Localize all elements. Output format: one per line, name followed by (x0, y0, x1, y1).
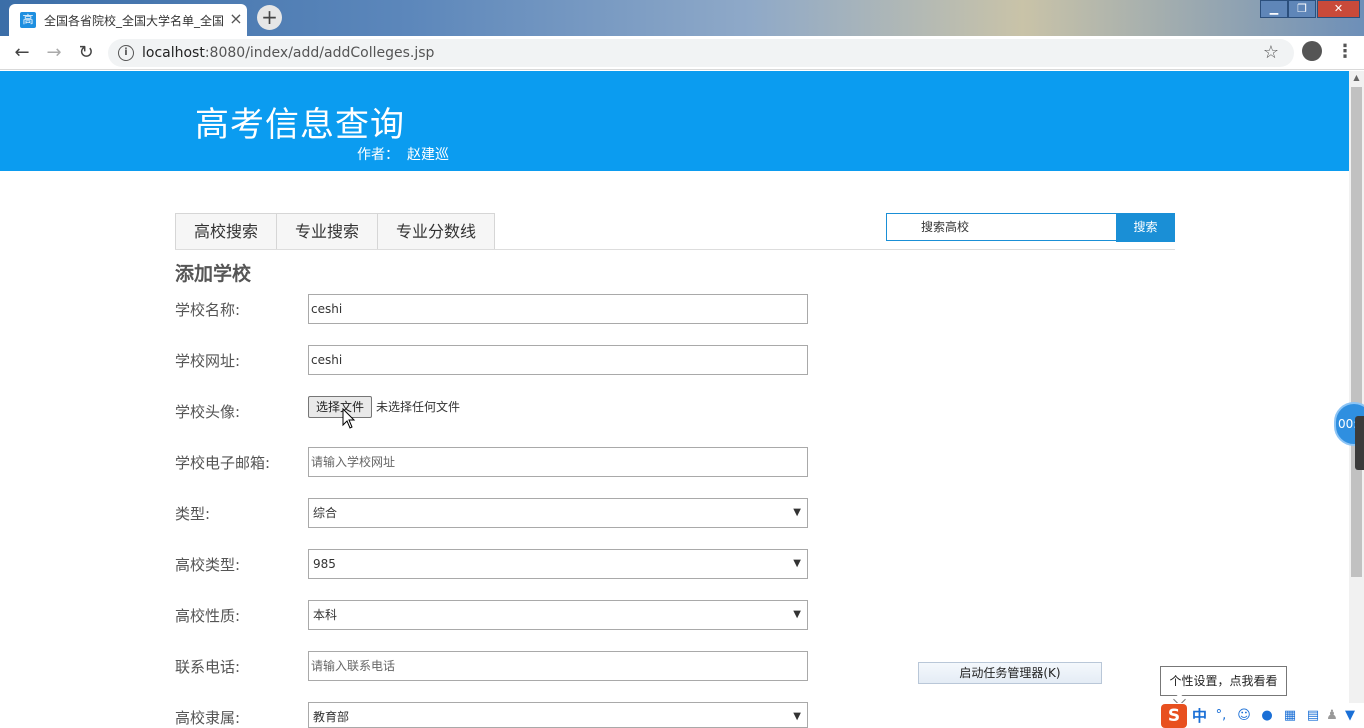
dropdown-arrow-icon: ▼ (793, 507, 801, 518)
site-title: 高考信息查询 (195, 105, 405, 145)
skin-shirt-icon[interactable]: ▼ (1342, 708, 1358, 724)
ime-toolbar: S 中 °, ☺ ● ▦ ▤ ♟ ▼ (1158, 703, 1364, 728)
form-row-email: 学校电子邮箱: 请输入学校网址 (175, 447, 815, 479)
mouse-cursor-icon (342, 408, 356, 429)
close-window-icon[interactable]: ✕ (1317, 0, 1360, 18)
url-host: localhost (142, 45, 205, 61)
form-title: 添加学校 (175, 263, 252, 285)
scrollbar-thumb[interactable] (1351, 87, 1362, 577)
reload-icon[interactable]: ↻ (74, 41, 98, 65)
browser-menu-icon[interactable]: ⋮ (1336, 41, 1354, 63)
affiliation-select[interactable]: 教育部 ▼ (308, 702, 808, 728)
author-line: 作者： 赵建巡 (357, 145, 449, 165)
label-school-email: 学校电子邮箱: (175, 454, 271, 472)
close-tab-icon[interactable]: × (227, 10, 245, 28)
new-tab-button[interactable]: + (257, 5, 282, 30)
browser-toolbar: ← → ↻ i localhost:8080/index/add/addColl… (0, 36, 1364, 70)
keyboard-icon[interactable]: ▦ (1282, 708, 1298, 724)
forward-arrow-icon[interactable]: → (42, 41, 66, 65)
tab-college-search[interactable]: 高校搜索 (175, 213, 277, 250)
url-text: localhost:8080/index/add/addColleges.jsp (142, 44, 434, 62)
form-row-avatar: 学校头像: 选择文件 未选择任何文件 (175, 396, 815, 428)
ime-settings-tooltip: 个性设置，点我看看 (1160, 666, 1287, 696)
info-icon[interactable]: i (118, 45, 134, 61)
address-bar[interactable]: i localhost:8080/index/add/addColleges.j… (108, 39, 1294, 67)
college-nature-select[interactable]: 本科 ▼ (308, 600, 808, 630)
label-college-type: 高校类型: (175, 556, 241, 574)
type-select[interactable]: 综合 ▼ (308, 498, 808, 528)
dropdown-arrow-icon: ▼ (793, 609, 801, 620)
side-panel-handle[interactable] (1355, 416, 1364, 470)
window-titlebar: 高 全国各省院校_全国大学名单_全国 × + ▁ ❐ ✕ (0, 0, 1364, 36)
toolbox-icon[interactable]: ▤ (1305, 708, 1321, 724)
site-header: 高考信息查询 作者： 赵建巡 (0, 71, 1349, 171)
school-name-input[interactable]: ceshi (308, 294, 808, 324)
dropdown-arrow-icon: ▼ (793, 558, 801, 569)
emoji-icon[interactable]: ☺ (1236, 708, 1252, 724)
sogou-logo-icon[interactable]: S (1161, 704, 1187, 728)
form-row-type: 类型: 综合 ▼ (175, 498, 815, 530)
college-search-input[interactable] (886, 213, 1117, 241)
account-icon[interactable] (1302, 41, 1322, 61)
file-status-text: 未选择任何文件 (376, 400, 461, 414)
college-type-select-value: 985 (313, 557, 336, 571)
microphone-icon[interactable]: ● (1259, 708, 1275, 724)
author-label: 作者： (357, 147, 399, 163)
tab-title: 全国各省院校_全国大学名单_全国 (44, 14, 224, 28)
favicon-icon: 高 (20, 12, 36, 28)
form-row-name: 学校名称: ceshi (175, 294, 815, 326)
college-nature-select-value: 本科 (313, 608, 338, 622)
label-school-website: 学校网址: (175, 352, 241, 370)
bookmark-star-icon[interactable]: ☆ (1260, 42, 1282, 64)
ime-mode-indicator[interactable]: 中 (1192, 706, 1207, 726)
url-path: :8080/index/add/addColleges.jsp (204, 45, 435, 61)
browser-tab[interactable]: 高 全国各省院校_全国大学名单_全国 × (9, 4, 247, 36)
back-arrow-icon[interactable]: ← (10, 41, 34, 65)
school-website-input[interactable]: ceshi (308, 345, 808, 375)
type-select-value: 综合 (313, 506, 338, 520)
label-college-nature: 高校性质: (175, 607, 241, 625)
form-row-affiliation: 高校隶属: 教育部 ▼ (175, 702, 815, 728)
scroll-up-icon[interactable]: ▲ (1349, 71, 1364, 85)
phone-input[interactable]: 请输入联系电话 (308, 651, 808, 681)
label-school-avatar: 学校头像: (175, 403, 241, 421)
maximize-icon[interactable]: ❐ (1288, 0, 1316, 18)
label-phone: 联系电话: (175, 658, 241, 676)
school-email-input[interactable]: 请输入学校网址 (308, 447, 808, 477)
label-affiliation: 高校隶属: (175, 709, 241, 727)
form-row-phone: 联系电话: 请输入联系电话 (175, 651, 815, 683)
affiliation-select-value: 教育部 (313, 710, 350, 724)
start-task-manager-menu-item[interactable]: 启动任务管理器(K) (918, 662, 1102, 684)
form-row-nature: 高校性质: 本科 ▼ (175, 600, 815, 632)
college-type-select[interactable]: 985 ▼ (308, 549, 808, 579)
author-name: 赵建巡 (407, 147, 449, 163)
tab-divider (175, 249, 1175, 250)
search-button[interactable]: 搜索 (1116, 213, 1175, 242)
form-row-website: 学校网址: ceshi (175, 345, 815, 377)
minimize-icon[interactable]: ▁ (1260, 0, 1288, 18)
label-school-name: 学校名称: (175, 301, 241, 319)
user-icon[interactable]: ♟ (1324, 708, 1340, 724)
form-row-college-type: 高校类型: 985 ▼ (175, 549, 815, 581)
dropdown-arrow-icon: ▼ (793, 711, 801, 722)
choose-file-button[interactable]: 选择文件 (308, 396, 372, 418)
tab-major-search[interactable]: 专业搜索 (276, 213, 378, 250)
page-scrollbar[interactable]: ▲ (1349, 71, 1364, 728)
label-type: 类型: (175, 505, 211, 523)
punctuation-icon[interactable]: °, (1213, 708, 1229, 724)
tab-major-scores[interactable]: 专业分数线 (377, 213, 495, 250)
